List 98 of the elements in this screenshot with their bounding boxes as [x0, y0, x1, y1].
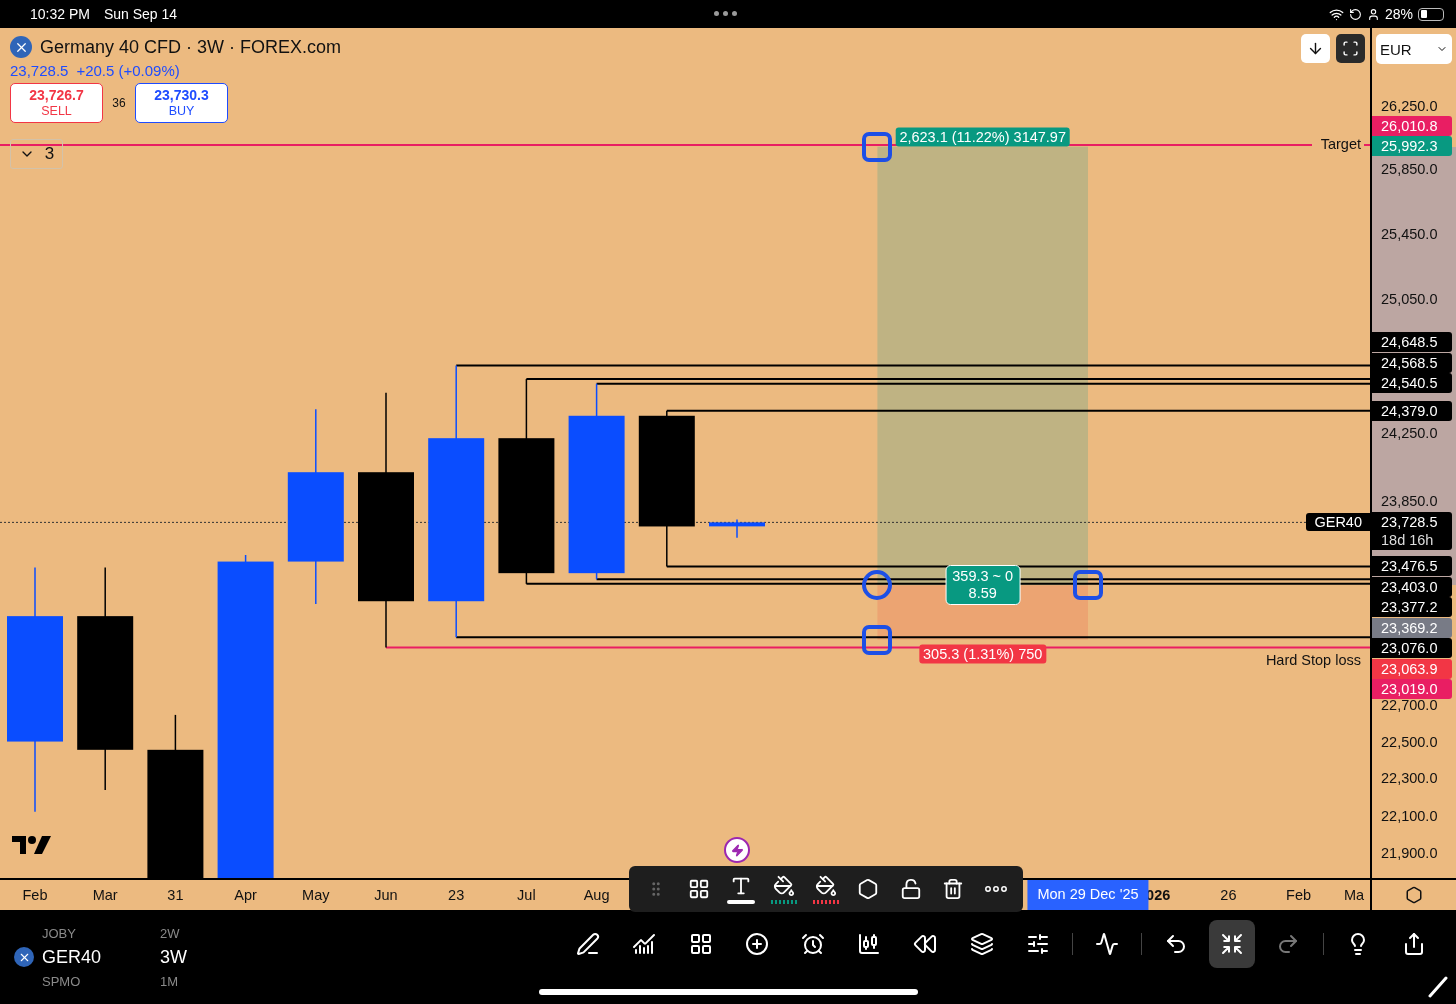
symbol-tag: GER40 [1306, 513, 1370, 532]
sell-button[interactable]: 23,726.7 SELL [10, 83, 103, 123]
layers-icon [969, 932, 994, 956]
price-tag: 24,648.5 [1372, 332, 1452, 353]
price-tag: 23,019.0 [1372, 679, 1452, 700]
drag-handle[interactable] [862, 624, 893, 655]
price-tag: 23,403.0 [1372, 576, 1452, 597]
person-icon [1366, 7, 1380, 21]
price-tick: 24,250.0 [1381, 424, 1438, 441]
last-price: 23,728.5 [10, 62, 69, 79]
chart-icon [632, 932, 657, 956]
cursor-date: Mon 29 Dec '25 [1027, 880, 1149, 910]
event-marker-icon[interactable] [724, 837, 750, 863]
price-tag: 24,379.0 [1372, 400, 1452, 421]
buy-button[interactable]: 23,730.3 BUY [135, 83, 228, 123]
currency-dropdown[interactable]: EUR [1376, 34, 1452, 64]
spread: 36 [111, 96, 127, 110]
risk-reward-label: 359.3 ~ 0 8.59 [945, 565, 1021, 606]
time-label: Mar [92, 887, 118, 903]
zigzag-icon [1094, 932, 1119, 956]
settings-icon [857, 878, 880, 900]
plus-circle-icon [744, 932, 769, 956]
paint-bucket-icon [814, 874, 837, 897]
time-label: May [302, 887, 330, 903]
symbol-name[interactable]: SPMO [42, 973, 152, 989]
price-change: +20.5 (+0.09%) [76, 62, 180, 79]
time-label: Apr [234, 887, 257, 903]
collapse-button[interactable] [1209, 920, 1256, 968]
time-label: Feb [1286, 887, 1312, 903]
settings-icon[interactable] [1405, 886, 1423, 904]
stop-loss-label: Hard Stop loss [1265, 651, 1361, 668]
price-tag: 24,540.5 [1372, 373, 1452, 394]
paint-bucket-icon [772, 874, 795, 897]
time-label: Feb [22, 887, 48, 903]
price-tick: 25,450.0 [1381, 225, 1438, 242]
alarm-icon [800, 932, 825, 956]
interval[interactable]: 1M [160, 973, 179, 989]
price-tick: 22,700.0 [1381, 697, 1438, 714]
rewind-icon [913, 932, 938, 956]
price-tick: 22,100.0 [1381, 807, 1438, 824]
fit-button[interactable] [1336, 34, 1365, 63]
pen-icon [576, 932, 601, 956]
price-tag: 23,076.0 [1372, 638, 1452, 659]
price-tick: 21,900.0 [1381, 845, 1438, 861]
sliders-icon [1025, 932, 1050, 956]
price-tick: 23,850.0 [1381, 493, 1438, 510]
unlock-icon [899, 878, 922, 900]
price-tag: 23,369.2 [1372, 617, 1452, 638]
price-tag: 24,568.5 [1372, 352, 1452, 373]
clock: 10:32 PM [30, 6, 90, 22]
date: Sun Sep 14 [103, 6, 178, 22]
symbol-name[interactable]: JOBY [42, 925, 152, 941]
trash-icon [942, 878, 965, 900]
price-tag: 23,063.9 [1372, 658, 1452, 679]
time-label: 23 [448, 887, 465, 903]
price-tick: 26,250.0 [1381, 98, 1438, 114]
indicators-toggle[interactable]: 3 [10, 139, 63, 169]
price-tick: 22,300.0 [1381, 770, 1438, 787]
candles-icon [857, 932, 882, 956]
rotation-lock-icon [1348, 7, 1362, 21]
fit-screen-icon [1342, 40, 1359, 57]
drag-handle[interactable] [862, 131, 893, 162]
target-label: Target [1320, 135, 1361, 152]
battery-icon [1418, 7, 1444, 21]
price-tick: 22,500.0 [1381, 733, 1438, 750]
price-tag: 23,728.5 18d 16h [1372, 512, 1452, 551]
loss-label: 305.3 (1.31%) 750 [919, 644, 1047, 663]
more-icon [984, 886, 1007, 892]
battery-percent: 28% [1384, 6, 1413, 22]
price-tag: 23,476.5 [1372, 556, 1452, 577]
scroll-button[interactable] [1301, 34, 1330, 63]
price-tag: 26,010.8 [1372, 115, 1452, 136]
interval[interactable]: 2W [160, 925, 180, 941]
time-label: Jun [374, 887, 398, 903]
chart-title: Germany 40 CFD · 3W · FOREX.com [40, 36, 342, 58]
multitask-icon[interactable] [714, 11, 737, 16]
candle [709, 518, 765, 539]
price-tag: 23,377.2 [1372, 597, 1452, 618]
time-label: Ma [1344, 887, 1365, 903]
drag-handle[interactable] [862, 570, 893, 601]
time-label: Jul [517, 887, 536, 903]
price-tick: 25,050.0 [1381, 290, 1438, 307]
wifi-icon [1328, 6, 1344, 22]
symbol-logo-icon [10, 36, 32, 58]
symbol-logo-icon [14, 947, 34, 967]
symbol-name[interactable]: GER40 [42, 946, 152, 968]
add-shape-icon [687, 878, 710, 900]
grid-icon [688, 932, 713, 956]
time-label: 26 [1220, 887, 1237, 903]
profit-label: 2,623.1 (11.22%) 3147.97 [895, 127, 1070, 147]
collapse-icon [1220, 932, 1245, 956]
price-tick: 25,850.0 [1381, 161, 1438, 178]
price-tag: 25,992.3 [1372, 136, 1452, 157]
stylus-icon [1428, 976, 1448, 998]
interval[interactable]: 3W [160, 946, 187, 968]
time-label: 31 [167, 887, 184, 903]
time-label: Aug [583, 887, 610, 903]
drag-handle[interactable] [1073, 570, 1103, 601]
